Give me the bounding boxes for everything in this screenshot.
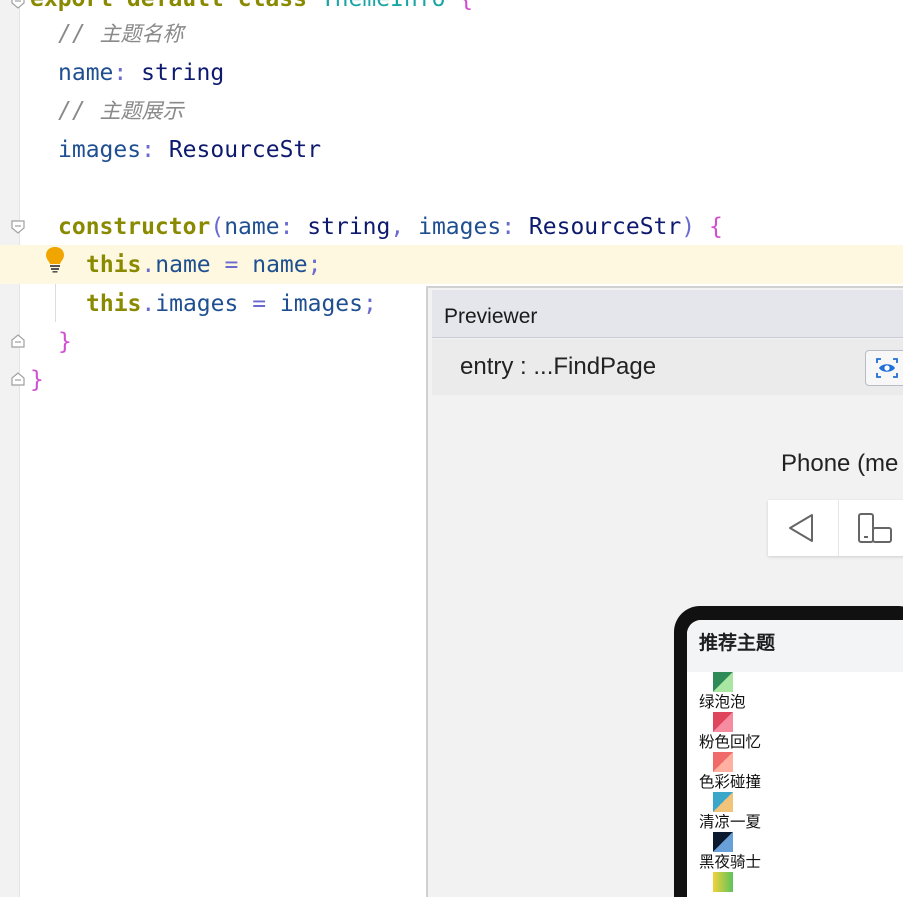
value: name — [252, 252, 308, 278]
code-line-comment-images: // 主题展示 — [30, 92, 184, 130]
colon: : — [141, 137, 155, 163]
phone-screen[interactable]: 推荐主题 绿泡泡 粉色回忆 色彩碰撞 清凉一夏 黑夜骑士 — [687, 620, 903, 897]
keyword: constructor — [58, 214, 211, 240]
semicolon: ; — [307, 252, 322, 278]
semicolon: ; — [363, 291, 377, 317]
theme-thumbnail — [713, 672, 733, 692]
theme-item[interactable]: 色彩碰撞 — [699, 752, 899, 792]
param-type: string — [307, 214, 391, 240]
property: images — [155, 291, 239, 317]
keyword: this — [86, 252, 142, 278]
theme-name: 粉色回忆 — [699, 733, 762, 751]
theme-thumbnail — [713, 752, 733, 772]
fold-marker-icon[interactable] — [10, 371, 26, 387]
code-line-constructor: constructor(name: string, images: Resour… — [30, 208, 723, 246]
colon: : — [279, 214, 294, 240]
code-line-assign-images: this.images = images; — [30, 285, 377, 323]
field-type: string — [141, 60, 225, 86]
back-button[interactable] — [768, 500, 838, 556]
keyword: this — [86, 291, 142, 317]
value: images — [279, 291, 364, 317]
code-line-comment-name: // 主题名称 — [30, 15, 184, 53]
colon: : — [501, 214, 516, 240]
theme-thumbnail — [713, 712, 733, 732]
comment-text: 主题名称 — [99, 22, 184, 46]
brace: { — [459, 0, 473, 12]
brace: } — [30, 367, 44, 393]
field-type: ResourceStr — [168, 137, 322, 163]
theme-thumbnail — [713, 832, 733, 852]
brace: { — [708, 214, 723, 240]
theme-item[interactable]: 绿泡泡 — [699, 672, 899, 712]
comment-slashes: // — [58, 21, 86, 47]
watermark: CSDN @念pray. — [794, 874, 882, 888]
operator: = — [252, 291, 267, 317]
theme-item[interactable]: 清凉一夏 — [699, 792, 899, 832]
entry-selector[interactable]: entry : ...FindPage — [460, 349, 656, 385]
device-controls — [768, 500, 903, 556]
param-name: images — [418, 214, 502, 240]
previewer-title: Previewer — [432, 290, 903, 338]
code-line-close-class: } — [30, 361, 44, 399]
brace: } — [58, 329, 72, 355]
code-line-close-constructor: } — [30, 323, 72, 361]
param-name: name — [224, 214, 280, 240]
property: name — [155, 252, 211, 278]
theme-thumbnail — [713, 792, 733, 812]
dot: . — [141, 291, 156, 317]
fold-marker-icon[interactable] — [10, 333, 26, 349]
comma: , — [390, 214, 405, 240]
colon: : — [113, 60, 128, 86]
fold-marker-icon[interactable] — [10, 0, 26, 10]
class-name: ThemeInfo — [321, 0, 446, 12]
theme-name: 清凉一夏 — [699, 813, 762, 831]
field-name: images — [58, 137, 142, 163]
paren-close: ) — [681, 214, 696, 240]
theme-thumbnail — [713, 872, 733, 892]
operator: = — [224, 252, 239, 278]
code-line-assign-name: this.name = name; — [30, 246, 321, 284]
field-name: name — [58, 60, 114, 86]
editor-gutter — [0, 0, 20, 897]
recommended-themes-title: 推荐主题 — [699, 632, 776, 654]
code-line-field-images: images: ResourceStr — [30, 131, 321, 169]
fold-marker-icon[interactable] — [10, 219, 26, 235]
paren-open: ( — [210, 214, 225, 240]
previewer-panel: Previewer entry : ...FindPage Phone (me — [426, 286, 903, 897]
dot: . — [141, 252, 156, 278]
comment-text: 主题展示 — [99, 99, 184, 123]
theme-name: 色彩碰撞 — [699, 773, 762, 791]
rotate-button[interactable] — [839, 500, 903, 556]
code-line-field-name: name: string — [30, 54, 224, 92]
previewer-toolbar: entry : ...FindPage — [432, 339, 903, 395]
theme-item[interactable]: 粉色回忆 — [699, 712, 899, 752]
theme-name: 绿泡泡 — [699, 693, 746, 711]
device-label: Phone (me — [781, 450, 899, 477]
comment-slashes: // — [58, 98, 86, 124]
phone-header: 推荐主题 — [687, 620, 903, 672]
theme-name: 黑夜骑士 — [699, 853, 762, 871]
inspector-toggle-button[interactable] — [865, 350, 903, 386]
keyword: export default class — [30, 0, 307, 12]
theme-item[interactable]: 黑夜骑士 — [699, 832, 899, 872]
phone-frame: 推荐主题 绿泡泡 粉色回忆 色彩碰撞 清凉一夏 黑夜骑士 — [674, 606, 903, 897]
param-type: ResourceStr — [528, 214, 682, 240]
